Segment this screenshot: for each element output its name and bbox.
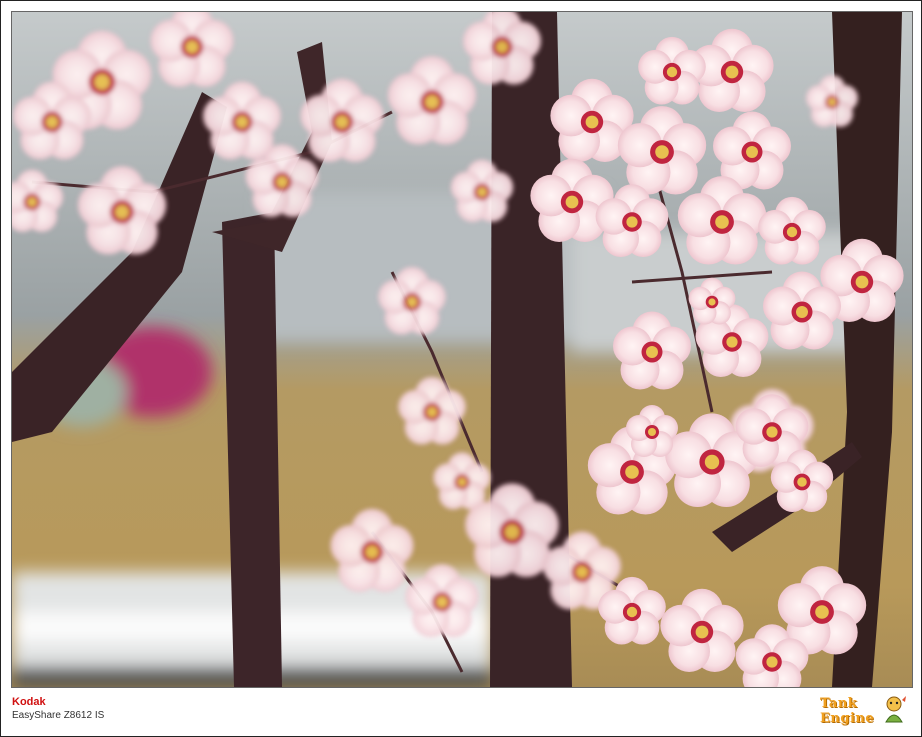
- watermark-logo: Tank Engine: [818, 692, 910, 730]
- photo-frame: [0, 0, 922, 737]
- camera-model: EasyShare Z8612 IS: [12, 710, 105, 721]
- camera-label: Kodak EasyShare Z8612 IS: [12, 697, 104, 721]
- blossom-photo: [12, 12, 912, 687]
- watermark-line-1: Tank: [820, 696, 858, 711]
- plum-blossom-scene: [12, 12, 912, 687]
- cartoon-mascot-icon: [885, 696, 906, 723]
- camera-brand: Kodak: [12, 696, 46, 708]
- watermark-line-2: Engine: [820, 711, 875, 726]
